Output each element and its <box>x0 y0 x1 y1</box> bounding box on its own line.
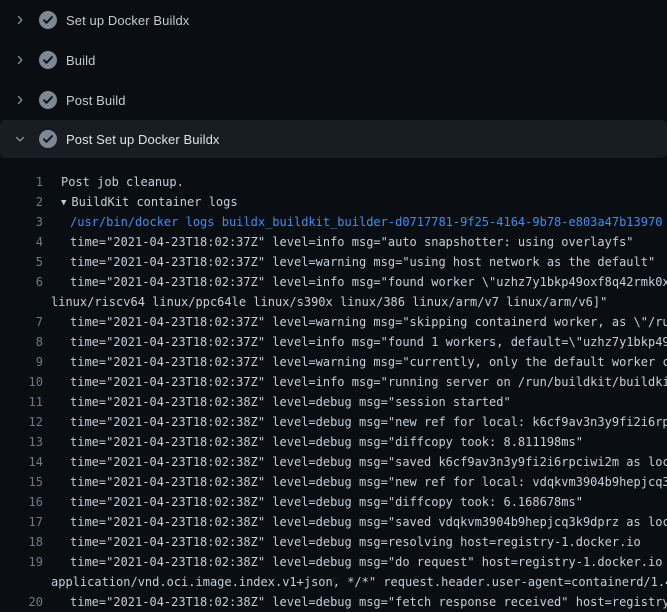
line-number[interactable]: 3 <box>0 212 43 232</box>
log-text: time="2021-04-23T18:02:38Z" level=debug … <box>43 452 667 472</box>
log-text: time="2021-04-23T18:02:37Z" level=warnin… <box>43 312 667 332</box>
log-text: time="2021-04-23T18:02:38Z" level=debug … <box>43 532 641 552</box>
line-number[interactable]: 12 <box>0 412 43 432</box>
steps-list: Set up Docker Buildx Build Post Build Po… <box>0 0 667 158</box>
line-number[interactable]: 2 <box>0 192 43 212</box>
log-text: Post job cleanup. <box>43 172 184 192</box>
step-label: Build <box>66 53 95 68</box>
log-text: time="2021-04-23T18:02:38Z" level=debug … <box>43 512 667 532</box>
line-number[interactable]: 18 <box>0 532 43 552</box>
log-text: time="2021-04-23T18:02:37Z" level=warnin… <box>43 252 655 272</box>
log-row: 5time="2021-04-23T18:02:37Z" level=warni… <box>0 252 667 272</box>
log-row: 3/usr/bin/docker logs buildx_buildkit_bu… <box>0 212 667 232</box>
chevron-down-icon <box>12 131 28 147</box>
log-row: 19time="2021-04-23T18:02:38Z" level=debu… <box>0 552 667 572</box>
log-command-text: /usr/bin/docker logs buildx_buildkit_bui… <box>43 212 662 232</box>
check-circle-icon <box>38 129 58 149</box>
step-header-build[interactable]: Build <box>0 40 667 80</box>
log-row: 6time="2021-04-23T18:02:37Z" level=info … <box>0 272 667 292</box>
log-text: time="2021-04-23T18:02:37Z" level=info m… <box>43 372 667 392</box>
step-header-post-build[interactable]: Post Build <box>0 80 667 120</box>
log-row: 16time="2021-04-23T18:02:38Z" level=debu… <box>0 492 667 512</box>
log-text: application/vnd.oci.image.index.v1+json,… <box>43 572 667 592</box>
line-number[interactable]: 11 <box>0 392 43 412</box>
line-number[interactable]: 14 <box>0 452 43 472</box>
step-label: Post Build <box>66 93 126 108</box>
line-number <box>0 292 43 312</box>
log-row: 8time="2021-04-23T18:02:37Z" level=info … <box>0 332 667 352</box>
log-text: time="2021-04-23T18:02:38Z" level=debug … <box>43 392 511 412</box>
log-row: 14time="2021-04-23T18:02:38Z" level=debu… <box>0 452 667 472</box>
log-text: time="2021-04-23T18:02:37Z" level=warnin… <box>43 352 667 372</box>
line-number[interactable]: 6 <box>0 272 43 292</box>
log-row: 12time="2021-04-23T18:02:38Z" level=debu… <box>0 412 667 432</box>
log-row: 17time="2021-04-23T18:02:38Z" level=debu… <box>0 512 667 532</box>
log-row: 20time="2021-04-23T18:02:38Z" level=debu… <box>0 592 667 612</box>
check-circle-icon <box>38 10 58 30</box>
chevron-right-icon <box>12 92 28 108</box>
line-number[interactable]: 9 <box>0 352 43 372</box>
line-number[interactable]: 8 <box>0 332 43 352</box>
group-disclosure-icon[interactable]: ▼ <box>61 193 66 212</box>
log-text: time="2021-04-23T18:02:38Z" level=debug … <box>43 492 583 512</box>
line-number[interactable]: 15 <box>0 472 43 492</box>
log-text: time="2021-04-23T18:02:38Z" level=debug … <box>43 472 667 492</box>
log-row: 1Post job cleanup. <box>0 172 667 192</box>
log-row: 7time="2021-04-23T18:02:37Z" level=warni… <box>0 312 667 332</box>
line-number[interactable]: 7 <box>0 312 43 332</box>
line-number[interactable]: 19 <box>0 552 43 572</box>
line-number[interactable]: 20 <box>0 592 43 612</box>
log-row: 11time="2021-04-23T18:02:38Z" level=debu… <box>0 392 667 412</box>
log-row: 18time="2021-04-23T18:02:38Z" level=debu… <box>0 532 667 552</box>
line-number <box>0 572 43 592</box>
log-text: time="2021-04-23T18:02:37Z" level=info m… <box>43 232 634 252</box>
line-number[interactable]: 1 <box>0 172 43 192</box>
log-text: time="2021-04-23T18:02:38Z" level=debug … <box>43 412 667 432</box>
line-number[interactable]: 17 <box>0 512 43 532</box>
log-row: application/vnd.oci.image.index.v1+json,… <box>0 572 667 592</box>
line-number[interactable]: 5 <box>0 252 43 272</box>
log-text: time="2021-04-23T18:02:38Z" level=debug … <box>43 552 667 572</box>
log-text: time="2021-04-23T18:02:37Z" level=info m… <box>43 332 667 352</box>
log-row: linux/riscv64 linux/ppc64le linux/s390x … <box>0 292 667 312</box>
log-text: time="2021-04-23T18:02:38Z" level=debug … <box>43 592 667 612</box>
check-circle-icon <box>38 50 58 70</box>
log-row: 2▼BuildKit container logs <box>0 192 667 212</box>
step-header-post-set-up-docker-buildx[interactable]: Post Set up Docker Buildx <box>0 120 667 158</box>
step-header-set-up-docker-buildx[interactable]: Set up Docker Buildx <box>0 0 667 40</box>
log-text: time="2021-04-23T18:02:38Z" level=debug … <box>43 432 583 452</box>
log-row: 4time="2021-04-23T18:02:37Z" level=info … <box>0 232 667 252</box>
log-viewer[interactable]: 1Post job cleanup.2▼BuildKit container l… <box>0 172 667 612</box>
step-label: Set up Docker Buildx <box>66 13 189 28</box>
line-number[interactable]: 4 <box>0 232 43 252</box>
line-number[interactable]: 13 <box>0 432 43 452</box>
line-number[interactable]: 10 <box>0 372 43 392</box>
line-number[interactable]: 16 <box>0 492 43 512</box>
log-row: 13time="2021-04-23T18:02:38Z" level=debu… <box>0 432 667 452</box>
check-circle-icon <box>38 90 58 110</box>
log-row: 9time="2021-04-23T18:02:37Z" level=warni… <box>0 352 667 372</box>
log-row: 15time="2021-04-23T18:02:38Z" level=debu… <box>0 472 667 492</box>
chevron-right-icon <box>12 52 28 68</box>
log-text: linux/riscv64 linux/ppc64le linux/s390x … <box>43 292 607 312</box>
chevron-right-icon <box>12 12 28 28</box>
log-row: 10time="2021-04-23T18:02:37Z" level=info… <box>0 372 667 392</box>
log-text: time="2021-04-23T18:02:37Z" level=info m… <box>43 272 667 292</box>
step-label: Post Set up Docker Buildx <box>66 132 220 147</box>
log-text: ▼BuildKit container logs <box>43 192 238 212</box>
